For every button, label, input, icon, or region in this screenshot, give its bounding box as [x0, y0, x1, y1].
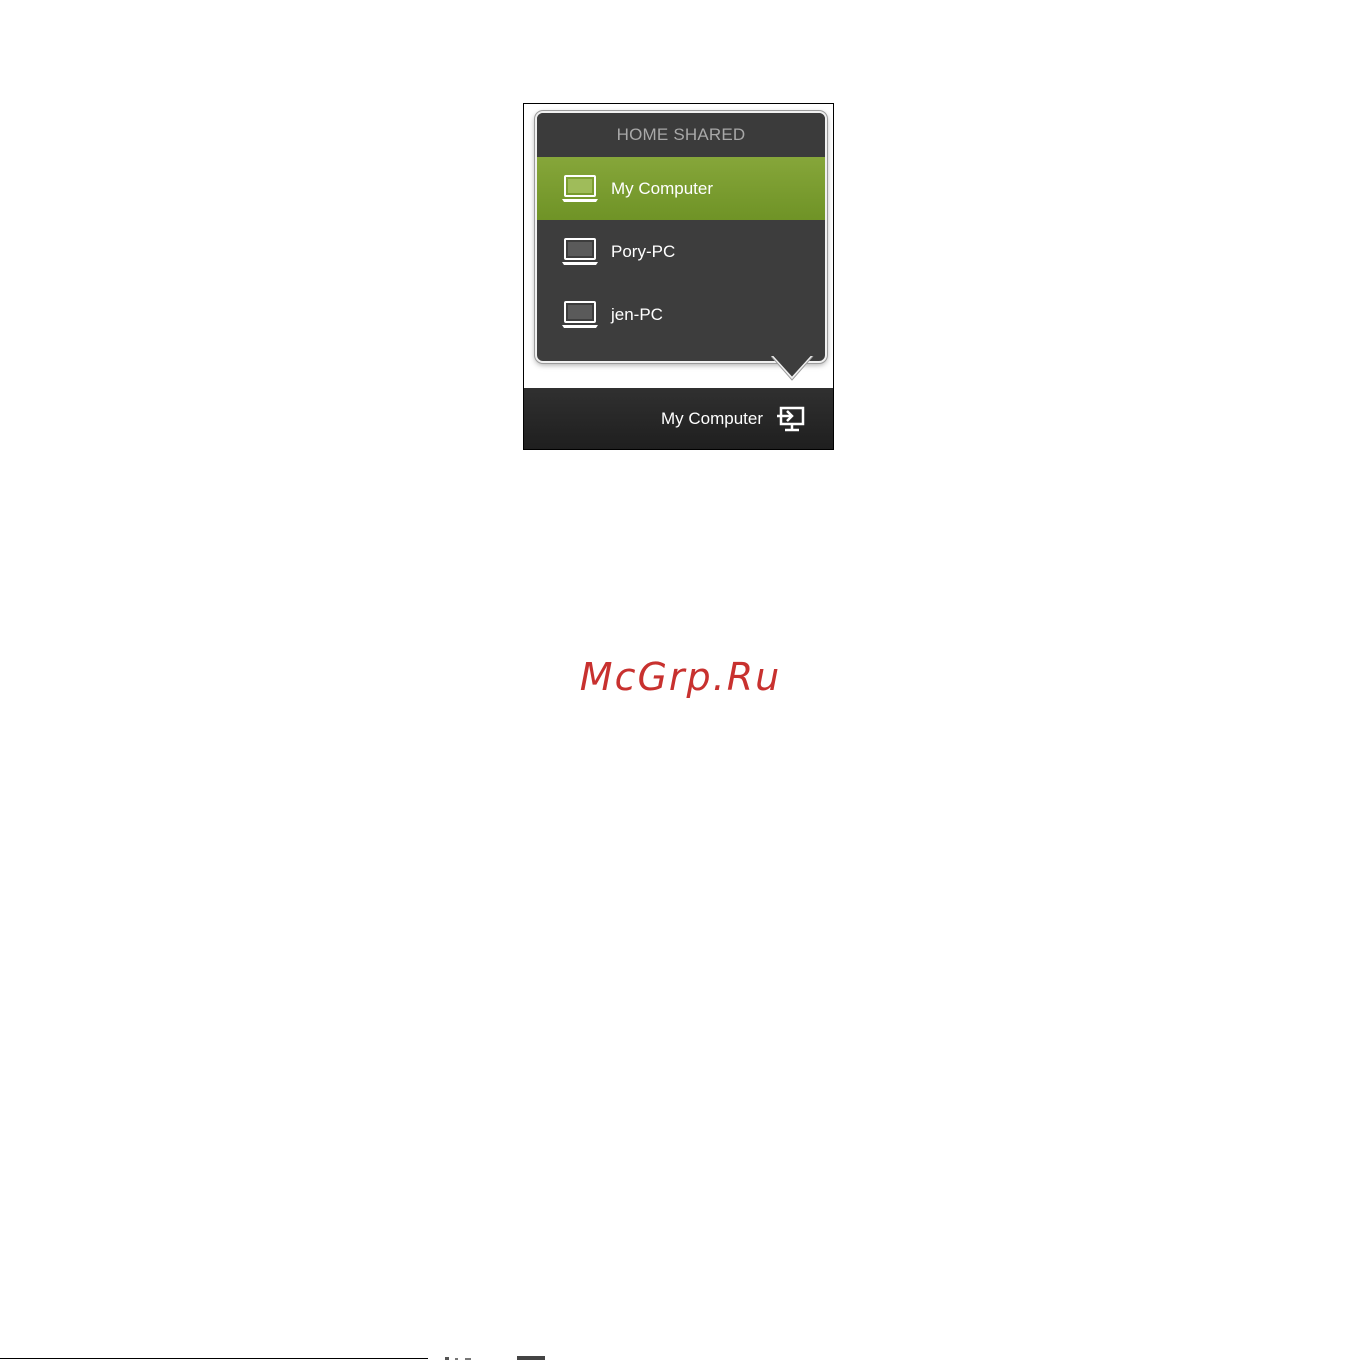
- popup-pointer-arrow: [771, 356, 814, 381]
- switch-device-icon[interactable]: [777, 406, 807, 432]
- laptop-icon: [562, 300, 598, 328]
- cropped-footer-glyphs: [445, 1356, 545, 1360]
- device-switcher-screenshot: HOME SHARED My Computer Pory-PC jen-PC M…: [523, 103, 834, 450]
- device-popup: HOME SHARED My Computer Pory-PC jen-PC: [535, 111, 827, 363]
- laptop-icon: [562, 237, 598, 265]
- watermark-text: McGrp.Ru: [579, 655, 782, 699]
- status-bar: My Computer: [524, 388, 833, 449]
- laptop-icon: [562, 174, 598, 202]
- device-item-label: Pory-PC: [611, 241, 676, 261]
- device-item-pory-pc[interactable]: Pory-PC: [537, 220, 825, 283]
- current-device-label[interactable]: My Computer: [661, 409, 763, 429]
- device-item-label: jen-PC: [611, 304, 663, 324]
- device-item-my-computer[interactable]: My Computer: [537, 157, 825, 220]
- page-bottom-rule: [0, 1358, 428, 1359]
- device-item-jen-pc[interactable]: jen-PC: [537, 283, 825, 346]
- popup-header: HOME SHARED: [537, 113, 825, 157]
- device-item-label: My Computer: [611, 178, 714, 198]
